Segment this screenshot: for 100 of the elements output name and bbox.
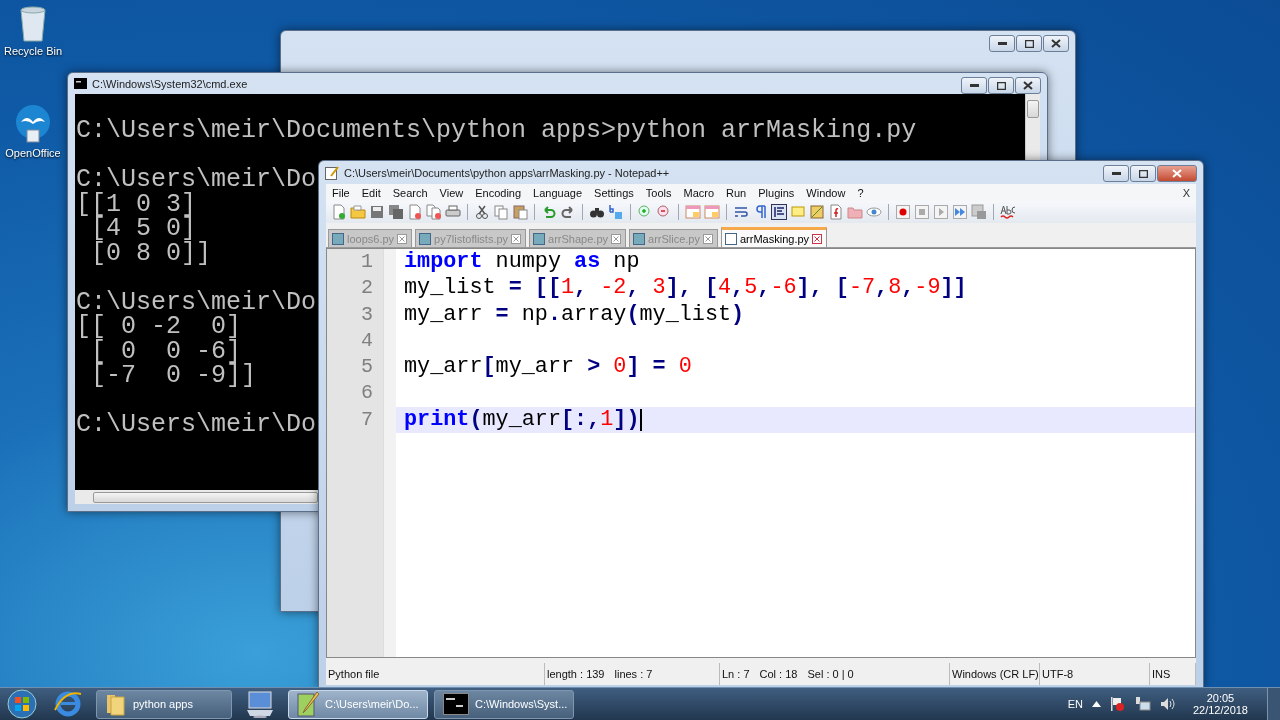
undo-icon[interactable] (541, 204, 557, 220)
menu-item[interactable]: Search (386, 186, 434, 199)
insert-mode: INS (1152, 668, 1171, 680)
close-icon[interactable] (703, 233, 713, 244)
close-icon[interactable] (511, 233, 522, 244)
console-line: [0 8 0]] (90, 241, 212, 266)
menu-item[interactable]: Settings (588, 186, 640, 199)
horizontal-scrollbar[interactable] (75, 490, 318, 504)
close-icon (1023, 81, 1033, 90)
maximize-button[interactable] (1130, 165, 1156, 182)
menu-item[interactable]: View (433, 186, 470, 199)
maximize-button[interactable] (1016, 35, 1042, 52)
code-line: my_arr[my_arr > 0] = 0 (404, 354, 692, 381)
minimize-button[interactable] (1103, 165, 1129, 182)
taskbar-button[interactable]: C:\Windows\Syst... (434, 689, 574, 719)
start-button[interactable] (4, 689, 40, 719)
language-indicator[interactable]: EN (1067, 698, 1083, 710)
line-number: 2 (360, 275, 374, 302)
minimize-icon (969, 84, 979, 87)
menu-item[interactable]: Tools (639, 186, 678, 199)
menu-item[interactable]: Encoding (469, 186, 528, 199)
show-desktop-button[interactable] (1267, 688, 1280, 720)
close-file-icon[interactable] (407, 204, 423, 220)
scroll-thumb[interactable] (93, 491, 318, 503)
record-icon[interactable] (895, 204, 911, 220)
menu-item[interactable]: Macro (677, 186, 721, 199)
open-folder-icon[interactable] (350, 204, 366, 220)
minimize-button[interactable] (989, 35, 1015, 52)
code-editor[interactable]: 1 2 3 4 5 6 7 import numpy as np my_list = [[1, -2, 3], [4,5,-6], [-7,8,-9]] my_arr = np.array(my_list) my_arr[my_arr > 0] = 0 print(my_arr[:,1]) (326, 248, 1196, 658)
selection-info: Sel : 0 | 0 (807, 668, 854, 680)
console-icon (74, 78, 87, 89)
menu-item[interactable]: Language (527, 186, 589, 199)
code-line: import numpy as np (404, 249, 640, 276)
desktop-icon-label[interactable]: Recycle Bin (3, 45, 63, 57)
close-all-icon[interactable] (426, 204, 442, 220)
vertical-scrollbar[interactable] (1025, 94, 1040, 160)
speaker-icon[interactable] (1159, 697, 1176, 711)
show-hidden-icons-icon[interactable] (1091, 701, 1101, 707)
desktop-icon-label[interactable]: OpenOffice (5, 147, 61, 159)
menu-item[interactable]: Run (720, 186, 753, 199)
function-list-icon[interactable] (828, 204, 844, 220)
eye-icon[interactable] (866, 204, 882, 220)
close-icon (1051, 39, 1061, 48)
console-line: [[1 0 3] (76, 192, 197, 217)
file-icon (419, 232, 432, 245)
maximize-icon (996, 81, 1006, 90)
menu-item[interactable]: ? (851, 186, 870, 199)
code-line: my_list = [[1, -2, 3], [4,5,-6], [-7,8,-9]] (404, 275, 967, 302)
zoom-in-icon[interactable] (637, 204, 653, 220)
save-icon[interactable] (369, 204, 385, 220)
maximize-button[interactable] (988, 77, 1014, 94)
close-icon[interactable] (397, 233, 408, 244)
taskbar-button[interactable]: python apps (96, 689, 232, 719)
close-button[interactable] (1015, 77, 1041, 94)
window-icon[interactable] (704, 204, 720, 220)
new-file-icon[interactable] (331, 204, 347, 220)
window-title: C:\Windows\System32\cmd.exe (92, 77, 249, 90)
taskbar-label: python apps (133, 698, 193, 710)
stop-icon[interactable] (914, 204, 930, 220)
scroll-thumb[interactable] (1027, 100, 1039, 118)
file-icon (633, 232, 645, 245)
close-icon[interactable] (611, 233, 621, 244)
save-macro-icon[interactable] (971, 204, 987, 220)
notepad-pencil-icon (297, 691, 319, 717)
document-map-icon[interactable] (809, 204, 825, 220)
print-icon[interactable] (445, 204, 461, 220)
line-count: lines : 7 (614, 668, 653, 680)
close-document-button[interactable]: X (1176, 186, 1196, 199)
file-length: length : 139 (547, 668, 605, 680)
maximize-icon (1138, 169, 1148, 178)
fast-forward-icon[interactable] (952, 204, 968, 220)
play-icon[interactable] (933, 204, 949, 220)
file-tab[interactable]: arrMasking.py (721, 227, 828, 247)
close-button[interactable] (1043, 35, 1069, 52)
recycle-bin-icon[interactable] (18, 6, 48, 42)
text-caret (639, 408, 642, 431)
scissors-icon[interactable] (474, 204, 490, 220)
cursor-line: Ln : 7 (722, 668, 750, 680)
seagull-document-icon[interactable] (15, 104, 51, 144)
clock-date[interactable]: 22/12/2018 (1192, 704, 1248, 716)
save-all-icon[interactable] (388, 204, 404, 220)
minimize-button[interactable] (961, 77, 987, 94)
file-type: Python file (328, 668, 380, 680)
minimize-icon (997, 42, 1007, 45)
menu-item[interactable]: Plugins (752, 186, 801, 199)
window-icon[interactable] (685, 204, 701, 220)
zoom-out-icon[interactable] (656, 204, 672, 220)
redo-icon[interactable] (560, 204, 576, 220)
folder-icon[interactable] (847, 204, 863, 220)
spell-check-icon[interactable] (1000, 204, 1016, 220)
indent-guide-icon[interactable] (771, 204, 787, 220)
close-icon[interactable] (812, 233, 823, 244)
word-wrap-icon[interactable] (733, 204, 749, 220)
console-line: C:\Users\meir\Do (76, 168, 317, 193)
clock-time[interactable]: 20:05 (1206, 692, 1235, 704)
menu-item[interactable]: Window (800, 186, 852, 199)
flag-icon[interactable] (1109, 696, 1124, 712)
menu-item[interactable]: Edit (355, 186, 387, 199)
paste-icon[interactable] (512, 204, 528, 220)
menu-item[interactable]: File (326, 186, 356, 199)
